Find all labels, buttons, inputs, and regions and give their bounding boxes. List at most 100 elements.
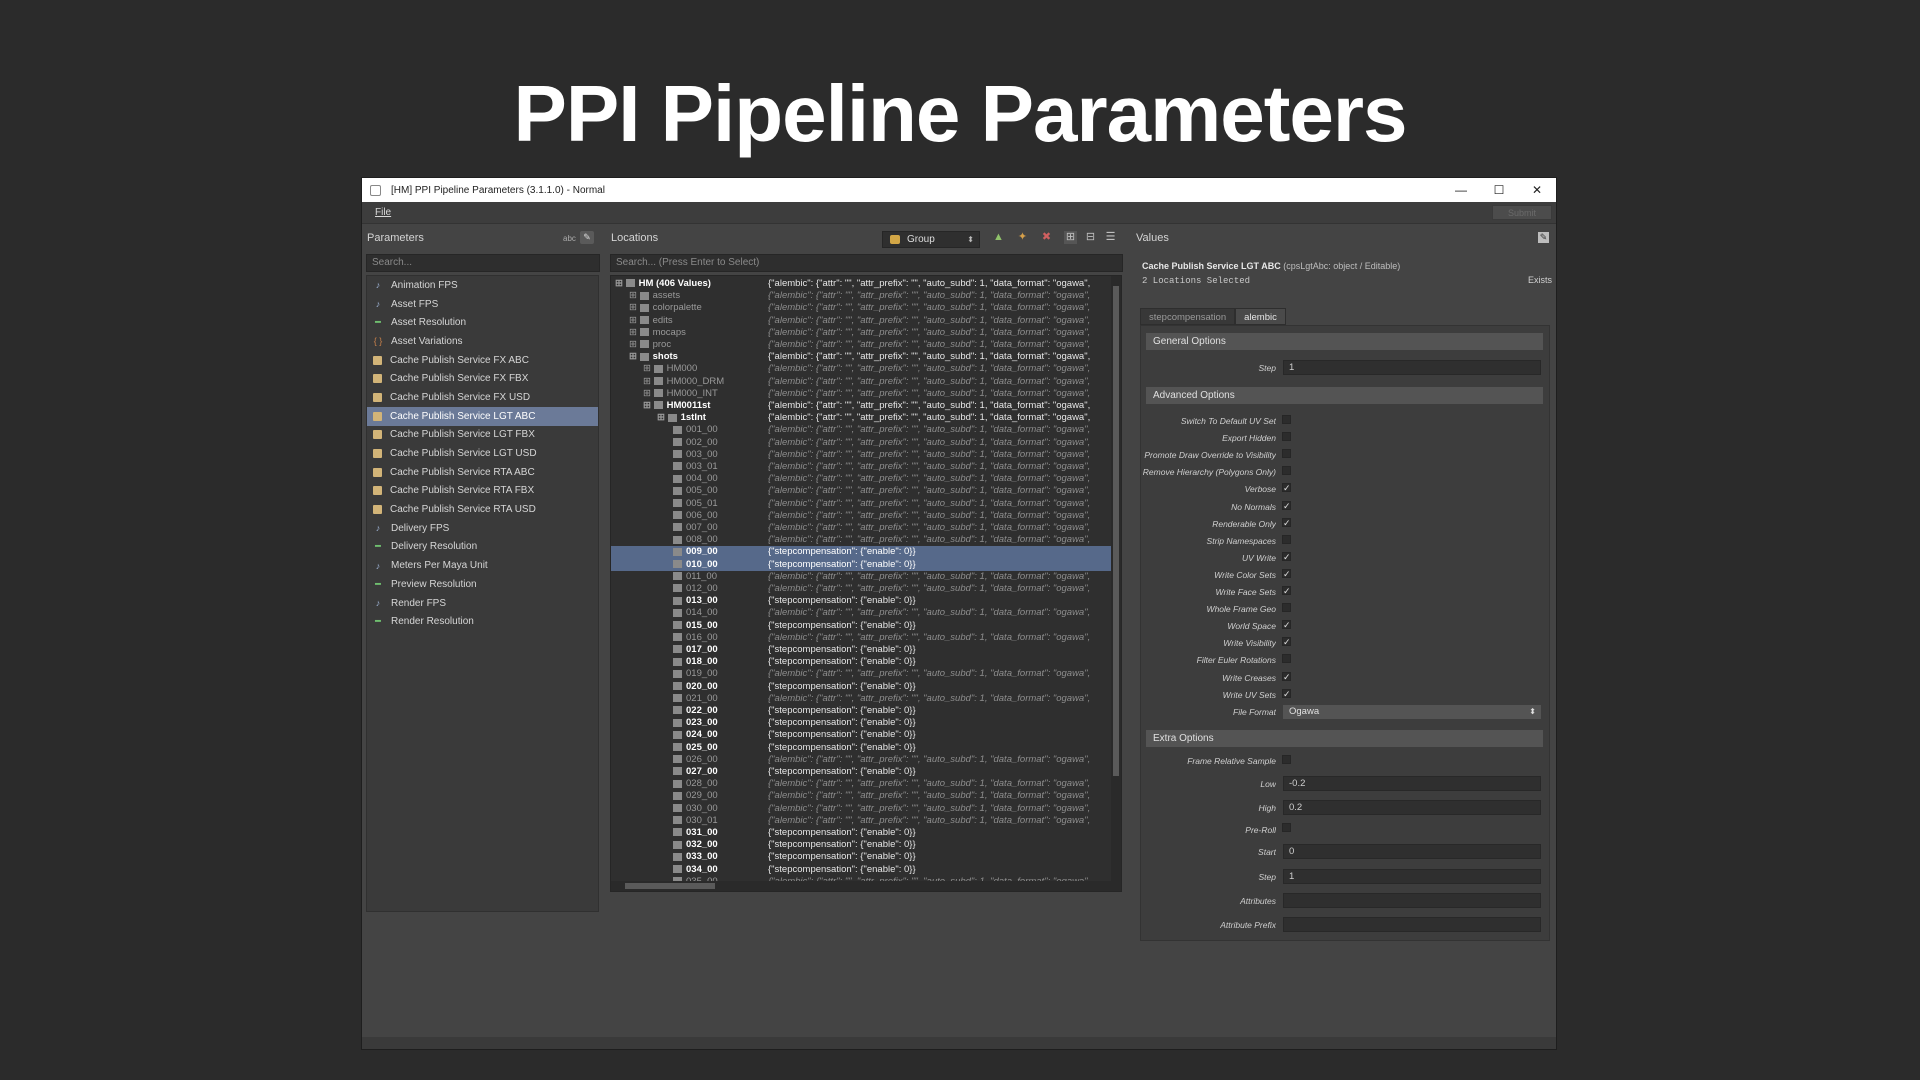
location-row[interactable]: ⊞ edits {"alembic": {"attr": "", "attr_pr… <box>611 315 1111 327</box>
pre-roll-checkbox[interactable] <box>1282 823 1291 832</box>
parameter-item[interactable]: ♪ Animation FPS <box>367 276 598 295</box>
triangle-icon[interactable]: ▲ <box>992 231 1005 244</box>
maximize-button[interactable]: ☐ <box>1480 178 1518 202</box>
location-row[interactable]: 005_00 {"alembic": {"attr": "", "attr_pre… <box>611 485 1111 497</box>
advanced-option-checkbox[interactable]: ✓ <box>1282 500 1291 510</box>
location-row[interactable]: 026_00 {"alembic": {"attr": "", "attr_pre… <box>611 754 1111 766</box>
expand-icon[interactable]: ⊞ <box>629 302 640 313</box>
location-row[interactable]: 003_00 {"alembic": {"attr": "", "attr_pre… <box>611 449 1111 461</box>
parameter-item[interactable]: Cache Publish Service FX ABC <box>367 351 598 370</box>
extra-options-header[interactable]: Extra Options <box>1146 730 1543 747</box>
pin-icon[interactable]: ✦ <box>1016 231 1029 244</box>
location-row[interactable]: 007_00 {"alembic": {"attr": "", "attr_pre… <box>611 522 1111 534</box>
edit-icon[interactable]: ✎ <box>1538 232 1549 243</box>
advanced-option-checkbox[interactable]: ✓ <box>1282 637 1291 647</box>
parameter-item[interactable]: { } Asset Variations <box>367 332 598 351</box>
location-row[interactable]: ⊞ 1stInt {"alembic": {"attr": "", "attr_p… <box>611 412 1111 424</box>
location-row[interactable]: 023_00 {"stepcompensation": {"enable": 0}… <box>611 717 1111 729</box>
menu-file[interactable]: File <box>375 207 391 218</box>
location-row[interactable]: 003_01 {"alembic": {"attr": "", "attr_pre… <box>611 461 1111 473</box>
extra-step-field[interactable]: 1 <box>1283 869 1541 884</box>
parameter-item[interactable]: Cache Publish Service RTA ABC <box>367 463 598 482</box>
advanced-option-checkbox[interactable] <box>1282 534 1291 544</box>
advanced-option-checkbox[interactable]: ✓ <box>1282 551 1291 561</box>
tab-stepcompensation[interactable]: stepcompensation <box>1140 308 1236 325</box>
parameter-item[interactable]: Cache Publish Service FX FBX <box>367 369 598 388</box>
frame-relative-sample-checkbox[interactable] <box>1282 755 1291 764</box>
location-row[interactable]: 006_00 {"alembic": {"attr": "", "attr_pre… <box>611 510 1111 522</box>
expand-icon[interactable]: ⊞ <box>629 339 640 350</box>
location-row[interactable]: 034_00 {"stepcompensation": {"enable": 0}… <box>611 864 1111 876</box>
expand-icon[interactable]: ⊞ <box>657 412 668 423</box>
high-field[interactable]: 0.2 <box>1283 800 1541 815</box>
remove-icon[interactable]: ✖ <box>1040 231 1053 244</box>
location-row[interactable]: 025_00 {"stepcompensation": {"enable": 0}… <box>611 742 1111 754</box>
advanced-option-checkbox[interactable]: ✓ <box>1282 620 1291 630</box>
location-row[interactable]: 030_01 {"alembic": {"attr": "", "attr_pre… <box>611 815 1111 827</box>
general-options-header[interactable]: General Options <box>1146 333 1543 350</box>
parameter-item[interactable]: Cache Publish Service RTA USD <box>367 500 598 519</box>
parameter-item[interactable]: Cache Publish Service RTA FBX <box>367 482 598 501</box>
parameter-item[interactable]: Cache Publish Service FX USD <box>367 388 598 407</box>
parameter-item[interactable]: ♪ Render FPS <box>367 594 598 613</box>
advanced-option-checkbox[interactable] <box>1282 466 1291 476</box>
parameters-search-input[interactable]: Search... <box>366 254 600 272</box>
advanced-option-checkbox[interactable]: ✓ <box>1282 671 1291 681</box>
location-row[interactable]: ⊞ HM (406 Values) {"alembic": {"attr": ""… <box>611 278 1111 290</box>
location-row[interactable]: ⊞ HM0011st {"alembic": {"attr": "", "attr… <box>611 400 1111 412</box>
location-row[interactable]: 012_00 {"alembic": {"attr": "", "attr_pre… <box>611 583 1111 595</box>
location-row[interactable]: ⊞ assets {"alembic": {"attr": "", "attr_p… <box>611 290 1111 302</box>
start-field[interactable]: 0 <box>1283 844 1541 859</box>
attribute-prefix-field[interactable] <box>1283 917 1541 932</box>
parameter-item[interactable]: ━ Asset Resolution <box>367 313 598 332</box>
close-button[interactable]: ✕ <box>1518 178 1556 202</box>
advanced-option-checkbox[interactable]: ✓ <box>1282 688 1291 698</box>
list-icon[interactable]: ☰ <box>1104 231 1117 244</box>
locations-horizontal-scrollbar[interactable] <box>611 881 1121 891</box>
low-field[interactable]: -0.2 <box>1283 776 1541 791</box>
expand-icon[interactable]: ⊞ <box>643 400 654 411</box>
advanced-option-checkbox[interactable]: ✓ <box>1282 517 1291 527</box>
parameter-item[interactable]: ━ Render Resolution <box>367 612 598 631</box>
location-row[interactable]: 017_00 {"stepcompensation": {"enable": 0}… <box>611 644 1111 656</box>
file-format-dropdown[interactable]: Ogawa ⬍ <box>1283 705 1541 719</box>
group-dropdown[interactable]: Group ⬍ <box>882 231 980 248</box>
advanced-option-checkbox[interactable]: ✓ <box>1282 568 1291 578</box>
advanced-option-checkbox[interactable] <box>1282 654 1291 664</box>
expand-icon[interactable]: ⊞ <box>629 290 640 301</box>
parameter-item[interactable]: Cache Publish Service LGT ABC <box>367 406 598 426</box>
location-row[interactable]: 030_00 {"alembic": {"attr": "", "attr_pre… <box>611 803 1111 815</box>
advanced-options-header[interactable]: Advanced Options <box>1146 387 1543 404</box>
location-row[interactable]: 024_00 {"stepcompensation": {"enable": 0}… <box>611 729 1111 741</box>
location-row[interactable]: ⊞ HM000 {"alembic": {"attr": "", "attr_pr… <box>611 363 1111 375</box>
tree-expand-icon[interactable]: ⊞ <box>1064 231 1077 244</box>
expand-icon[interactable]: ⊞ <box>629 315 640 326</box>
expand-icon[interactable]: ⊞ <box>643 388 654 399</box>
location-row[interactable]: 009_00 {"stepcompensation": {"enable": 0}… <box>611 546 1111 559</box>
minimize-button[interactable]: — <box>1442 178 1480 202</box>
advanced-option-checkbox[interactable] <box>1282 449 1291 459</box>
advanced-option-checkbox[interactable] <box>1282 603 1291 613</box>
expand-icon[interactable]: ⊞ <box>643 363 654 374</box>
location-row[interactable]: 005_01 {"alembic": {"attr": "", "attr_pre… <box>611 498 1111 510</box>
tree-collapse-icon[interactable]: ⊟ <box>1084 231 1097 244</box>
expand-icon[interactable]: ⊞ <box>615 278 626 289</box>
location-row[interactable]: 014_00 {"alembic": {"attr": "", "attr_pre… <box>611 607 1111 619</box>
location-row[interactable]: 021_00 {"alembic": {"attr": "", "attr_pre… <box>611 693 1111 705</box>
advanced-option-checkbox[interactable] <box>1282 432 1291 442</box>
parameter-item[interactable]: Cache Publish Service LGT FBX <box>367 426 598 445</box>
location-row[interactable]: 008_00 {"alembic": {"attr": "", "attr_pre… <box>611 534 1111 546</box>
location-row[interactable]: 019_00 {"alembic": {"attr": "", "attr_pre… <box>611 668 1111 680</box>
sort-abc-button[interactable]: abc <box>563 234 576 243</box>
locations-search-input[interactable]: Search... (Press Enter to Select) <box>610 254 1123 272</box>
general-step-field[interactable]: 1 <box>1283 360 1541 375</box>
expand-icon[interactable]: ⊞ <box>629 327 640 338</box>
advanced-option-checkbox[interactable]: ✓ <box>1282 586 1291 596</box>
tab-alembic[interactable]: alembic <box>1235 308 1286 325</box>
location-row[interactable]: 004_00 {"alembic": {"attr": "", "attr_pre… <box>611 473 1111 485</box>
location-row[interactable]: 001_00 {"alembic": {"attr": "", "attr_pre… <box>611 424 1111 436</box>
location-row[interactable]: 013_00 {"stepcompensation": {"enable": 0}… <box>611 595 1111 607</box>
expand-icon[interactable]: ⊞ <box>643 376 654 387</box>
location-row[interactable]: ⊞ colorpalette {"alembic": {"attr": "", "… <box>611 302 1111 314</box>
location-row[interactable]: 015_00 {"stepcompensation": {"enable": 0}… <box>611 620 1111 632</box>
